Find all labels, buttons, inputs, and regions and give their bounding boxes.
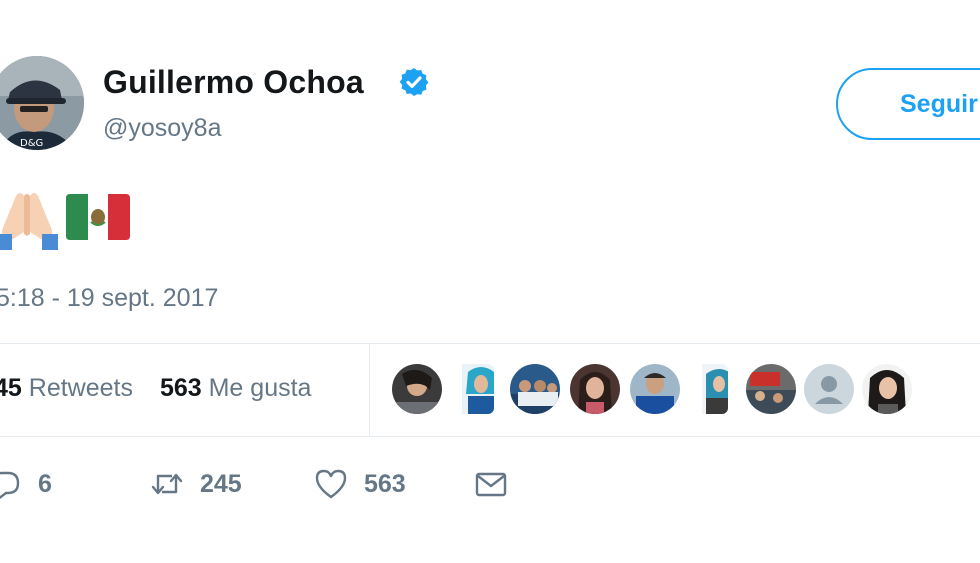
tweet-stats: 45 Retweets 563 Me gusta [0, 368, 331, 408]
liker-avatar-5[interactable] [630, 364, 680, 414]
display-name[interactable]: Guillermo Ochoa [103, 60, 364, 104]
liker-avatar-2[interactable] [456, 364, 494, 414]
envelope-icon [475, 472, 507, 497]
stats-separator [369, 344, 370, 436]
retweets-stat[interactable]: 45 Retweets [0, 368, 133, 408]
likes-stat[interactable]: 563 Me gusta [160, 368, 312, 408]
retweet-icon [151, 473, 183, 495]
avatar-image: D&G [0, 56, 84, 150]
verified-badge-icon [399, 68, 429, 96]
liker-avatar-default[interactable] [804, 364, 854, 414]
liker-avatar-7[interactable] [746, 364, 796, 414]
like-count: 563 [364, 469, 406, 498]
reply-button[interactable]: 6 [0, 462, 52, 506]
like-button[interactable]: 563 [314, 462, 406, 506]
reply-count: 6 [38, 469, 52, 498]
direct-message-button[interactable] [474, 462, 508, 506]
retweet-button[interactable]: 245 [150, 462, 242, 506]
user-handle[interactable]: @yosoy8a [103, 108, 222, 148]
liker-avatar-9[interactable] [862, 364, 912, 414]
liker-avatar-6[interactable] [694, 364, 728, 414]
divider-bottom [0, 436, 980, 437]
liker-avatar-4[interactable] [570, 364, 620, 414]
retweets-count: 45 [0, 374, 22, 402]
user-avatar[interactable]: D&G [0, 56, 84, 150]
heart-icon [315, 469, 347, 499]
svg-text:D&G: D&G [20, 138, 43, 149]
likes-label: Me gusta [208, 374, 312, 402]
liker-avatar-3[interactable] [510, 364, 560, 414]
retweets-label: Retweets [28, 374, 133, 402]
tweet-timestamp[interactable]: 5:18 - 19 sept. 2017 [0, 278, 218, 318]
divider-top [0, 343, 980, 344]
reply-icon [0, 471, 20, 499]
likes-count: 563 [159, 374, 202, 402]
folded-hands-emoji [0, 193, 58, 250]
tweet-page: D&G Guillermo Ochoa @yosoy8a Seguir 5:18… [0, 0, 980, 563]
mexico-flag-emoji [66, 194, 130, 240]
liker-avatar-1[interactable] [392, 364, 442, 414]
follow-button[interactable]: Seguir [836, 68, 980, 140]
retweet-count: 245 [200, 469, 242, 498]
